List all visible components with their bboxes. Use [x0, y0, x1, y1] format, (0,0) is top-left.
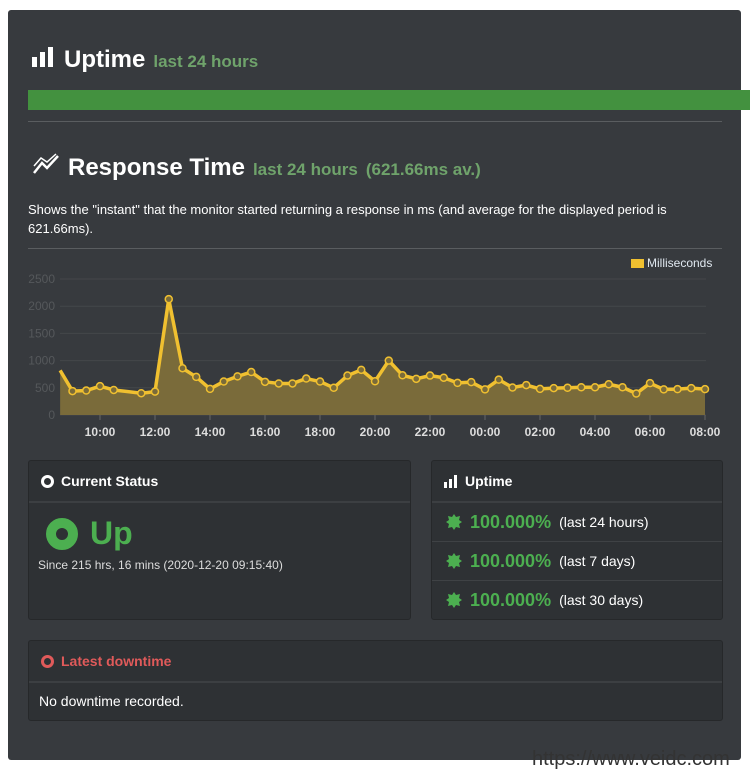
data-point: [82, 386, 91, 395]
data-point: [329, 383, 338, 393]
badge-icon: [446, 514, 462, 530]
data-point: [439, 373, 448, 382]
data-point: [590, 383, 600, 392]
uptime-period: (last 30 days): [559, 592, 644, 608]
y-tick-label: 1500: [28, 326, 55, 340]
data-point: [467, 377, 476, 387]
data-point: [535, 384, 545, 394]
data-point: [109, 385, 118, 395]
data-point: [68, 386, 77, 396]
data-point: [687, 383, 696, 393]
current-status-panel: Current Status Up Since 215 hrs, 16 mins…: [28, 460, 411, 620]
x-tick-label: 12:00: [140, 425, 171, 439]
uptime-period: (last 24 hours): [559, 514, 649, 530]
status-since: Since 215 hrs, 16 mins (2020-12-20 09:15…: [38, 558, 283, 572]
data-point: [178, 363, 187, 373]
data-point: [522, 380, 531, 390]
x-tick-label: 16:00: [250, 425, 281, 439]
data-point: [370, 377, 380, 386]
data-point: [274, 379, 283, 388]
y-tick-label: 2000: [28, 299, 55, 313]
data-point: [700, 384, 710, 394]
data-point: [563, 383, 572, 393]
x-tick-label: 04:00: [580, 425, 611, 439]
data-point: [384, 356, 393, 365]
uptime-period: (last 7 days): [559, 553, 636, 569]
uptime-percent: 100.000%: [470, 550, 552, 571]
data-point: [577, 383, 586, 392]
x-tick-label: 18:00: [305, 425, 336, 439]
area-fill: [60, 299, 705, 415]
data-point: [412, 374, 421, 384]
data-point: [247, 367, 256, 377]
data-point: [288, 379, 297, 388]
data-point: [95, 381, 105, 391]
status-state: Up: [90, 515, 133, 551]
data-point: [549, 383, 558, 393]
latest-downtime-panel: Latest downtime No downtime recorded.: [28, 640, 723, 721]
response-time-heading: Response Time last 24 hours (621.66ms av…: [32, 153, 481, 182]
response-description: Shows the "instant" that the monitor sta…: [28, 202, 667, 236]
line-chart-icon: [33, 153, 59, 174]
badge-icon: [446, 592, 462, 608]
up-status-icon: [46, 517, 78, 550]
downtime-text: No downtime recorded.: [39, 693, 184, 709]
bar-chart-icon: [32, 47, 53, 67]
data-point: [233, 372, 242, 381]
uptime-row: 100.000% (last 30 days): [432, 581, 722, 619]
data-point: [494, 375, 503, 384]
uptime-panel: Uptime 100.000% (last 24 hours) 100.000% (l…: [431, 460, 723, 620]
x-tick-label: 22:00: [415, 425, 446, 439]
data-point: [632, 389, 641, 398]
downtime-dot-icon: [41, 654, 54, 668]
uptime-heading: Uptime last 24 hours: [32, 46, 258, 74]
data-point: [137, 388, 146, 398]
legend-swatch: [631, 259, 644, 268]
data-point: [302, 374, 311, 383]
bar-chart-icon: [444, 474, 457, 488]
uptime-bar: [28, 90, 750, 110]
uptime-percent: 100.000%: [470, 511, 552, 532]
y-tick-label: 2500: [28, 272, 55, 286]
x-tick-label: 02:00: [525, 425, 556, 439]
response-time-chart: 0 500 1000 1500 2000 2500 10:00 12:00 14:00 16:00…: [28, 256, 721, 439]
data-point: [480, 385, 490, 394]
data-point: [673, 384, 682, 394]
x-tick-label: 20:00: [360, 425, 391, 439]
data-point: [659, 385, 668, 394]
uptime-row: 100.000% (last 7 days): [432, 542, 722, 581]
data-point: [260, 377, 270, 387]
badge-icon: [446, 553, 462, 569]
data-point: [315, 377, 325, 386]
data-point: [164, 294, 173, 304]
data-point: [192, 372, 201, 382]
uptime-percent: 100.000%: [470, 589, 552, 610]
data-point: [343, 371, 352, 380]
data-point: [618, 383, 627, 392]
y-tick-label: 0: [48, 408, 55, 422]
data-point: [357, 365, 366, 375]
uptime-row: 100.000% (last 24 hours): [432, 503, 722, 542]
x-tick-label: 10:00: [85, 425, 116, 439]
data-point: [150, 387, 160, 396]
data-point: [205, 384, 215, 394]
watermark: https://www.veidc.com: [532, 748, 730, 770]
x-tick-label: 14:00: [195, 425, 226, 439]
legend-label: Milliseconds: [647, 256, 712, 270]
status-dot-icon: [41, 474, 54, 488]
y-tick-label: 500: [35, 381, 55, 395]
data-point: [508, 383, 517, 392]
data-point: [645, 378, 655, 388]
data-point: [219, 377, 228, 386]
x-tick-label: 06:00: [635, 425, 666, 439]
data-point: [398, 371, 407, 380]
x-tick-label: 08:00: [690, 425, 721, 439]
data-point: [453, 378, 462, 388]
x-tick-label: 00:00: [470, 425, 501, 439]
data-point: [604, 380, 613, 389]
data-point: [425, 371, 435, 380]
y-tick-label: 1000: [28, 354, 55, 368]
